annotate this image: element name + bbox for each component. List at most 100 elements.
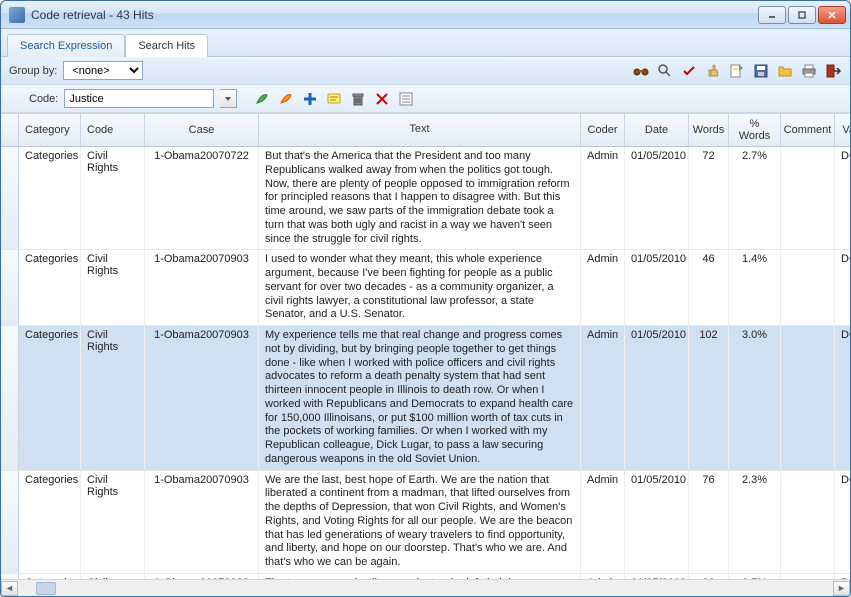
row-handle[interactable]	[1, 471, 19, 573]
cell-code: Civil Rights	[81, 326, 145, 470]
folder-icon[interactable]	[776, 62, 794, 80]
cell-category: Categories	[19, 250, 81, 325]
scroll-right-icon[interactable]: ►	[833, 581, 850, 596]
binoculars-icon[interactable]	[632, 62, 650, 80]
list-icon[interactable]	[397, 90, 415, 108]
plus-icon[interactable]	[301, 90, 319, 108]
col-coder[interactable]: Coder	[581, 114, 625, 146]
col-comment[interactable]: Comment	[781, 114, 835, 146]
code-dropdown-button[interactable]	[220, 89, 237, 108]
app-icon	[9, 7, 25, 23]
cut-icon[interactable]	[373, 90, 391, 108]
window-title: Code retrieval - 43 Hits	[31, 8, 758, 22]
cell-text: We are the last, best hope of Earth. We …	[259, 471, 581, 573]
cell-words: 102	[689, 326, 729, 470]
cell-words: 72	[689, 147, 729, 249]
cell-text: I used to wonder what they meant, this w…	[259, 250, 581, 325]
cell-pct: 3.0%	[729, 326, 781, 470]
row-handle[interactable]	[1, 250, 19, 325]
cell-code: Civil Rights	[81, 147, 145, 249]
table-row[interactable]: CategoriesCivil Rights1-Obama20070903My …	[1, 326, 850, 471]
minimize-button[interactable]	[758, 6, 786, 24]
app-window: Code retrieval - 43 Hits Search Expressi…	[0, 0, 851, 597]
scroll-thumb[interactable]	[36, 582, 56, 595]
code-label: Code:	[9, 93, 58, 105]
highlight-icon[interactable]	[728, 62, 746, 80]
cell-text: But that's the America that the Presiden…	[259, 147, 581, 249]
grid-header: Category Code Case Text Coder Date Words…	[1, 114, 850, 147]
cell-category: Categories	[19, 147, 81, 249]
window-controls	[758, 6, 846, 24]
table-row[interactable]: CategoriesCivil Rights1-Obama20070903I u…	[1, 250, 850, 326]
cell-coder: Admin	[581, 471, 625, 573]
row-handle[interactable]	[1, 326, 19, 470]
cell-category: Categories	[19, 326, 81, 470]
zoom-icon[interactable]	[656, 62, 674, 80]
cell-var: DOC	[835, 250, 850, 325]
col-text[interactable]: Text	[259, 114, 581, 146]
cell-case: 1-Obama20070903	[145, 326, 259, 470]
cell-comment	[781, 147, 835, 249]
col-words[interactable]: Words	[689, 114, 729, 146]
col-date[interactable]: Date	[625, 114, 689, 146]
cell-coder: Admin	[581, 147, 625, 249]
cell-var: DOC	[835, 471, 850, 573]
exit-icon[interactable]	[824, 62, 842, 80]
grid-body[interactable]: CategoriesCivil Rights1-Obama20070722But…	[1, 147, 850, 579]
cell-date: 01/05/2010	[625, 326, 689, 470]
cell-case: 1-Obama20070722	[145, 147, 259, 249]
tab-search-expression[interactable]: Search Expression	[7, 34, 125, 57]
tab-bar: Search Expression Search Hits	[1, 29, 850, 57]
toolbar-code: Code:	[1, 85, 850, 113]
col-case[interactable]: Case	[145, 114, 259, 146]
cell-date: 01/05/2010	[625, 147, 689, 249]
cell-comment	[781, 326, 835, 470]
save-icon[interactable]	[752, 62, 770, 80]
leaf-green-icon[interactable]	[253, 90, 271, 108]
col-var[interactable]: Var	[835, 114, 850, 146]
cell-code: Civil Rights	[81, 471, 145, 573]
cell-case: 1-Obama20070903	[145, 471, 259, 573]
cell-words: 76	[689, 471, 729, 573]
toolbar-top: Group by: <none>	[1, 57, 850, 85]
print-icon[interactable]	[800, 62, 818, 80]
cell-category: Categories	[19, 471, 81, 573]
delete-icon[interactable]	[349, 90, 367, 108]
cell-text: My experience tells me that real change …	[259, 326, 581, 470]
cell-pct: 2.7%	[729, 147, 781, 249]
cell-words: 46	[689, 250, 729, 325]
cell-comment	[781, 471, 835, 573]
check-icon[interactable]	[680, 62, 698, 80]
cell-coder: Admin	[581, 250, 625, 325]
group-by-label: Group by:	[9, 65, 57, 77]
cell-var: DOC	[835, 147, 850, 249]
col-code[interactable]: Code	[81, 114, 145, 146]
cell-comment	[781, 250, 835, 325]
maximize-button[interactable]	[788, 6, 816, 24]
cell-code: Civil Rights	[81, 250, 145, 325]
cell-case: 1-Obama20070903	[145, 250, 259, 325]
cell-var: DOC	[835, 326, 850, 470]
note-icon[interactable]	[325, 90, 343, 108]
code-input[interactable]	[64, 89, 214, 108]
col-category[interactable]: Category	[19, 114, 81, 146]
cell-date: 01/05/2010	[625, 471, 689, 573]
row-handle[interactable]	[1, 147, 19, 249]
cell-coder: Admin	[581, 326, 625, 470]
col-pct-words[interactable]: % Words	[729, 114, 781, 146]
table-row[interactable]: CategoriesCivil Rights1-Obama20070722But…	[1, 147, 850, 250]
horizontal-scrollbar[interactable]: ◄ ►	[1, 579, 850, 596]
scroll-left-icon[interactable]: ◄	[1, 581, 18, 596]
table-row[interactable]: CategoriesCivil Rights1-Obama20070903We …	[1, 471, 850, 574]
results-grid: Category Code Case Text Coder Date Words…	[1, 113, 850, 596]
cell-pct: 1.4%	[729, 250, 781, 325]
col-rowhandle[interactable]	[1, 114, 19, 146]
cell-pct: 2.3%	[729, 471, 781, 573]
group-by-select[interactable]: <none>	[63, 61, 143, 80]
thumb-icon[interactable]	[704, 62, 722, 80]
leaf-orange-icon[interactable]	[277, 90, 295, 108]
tab-search-hits[interactable]: Search Hits	[125, 34, 208, 57]
close-button[interactable]	[818, 6, 846, 24]
titlebar: Code retrieval - 43 Hits	[1, 1, 850, 29]
cell-date: 01/05/2010	[625, 250, 689, 325]
